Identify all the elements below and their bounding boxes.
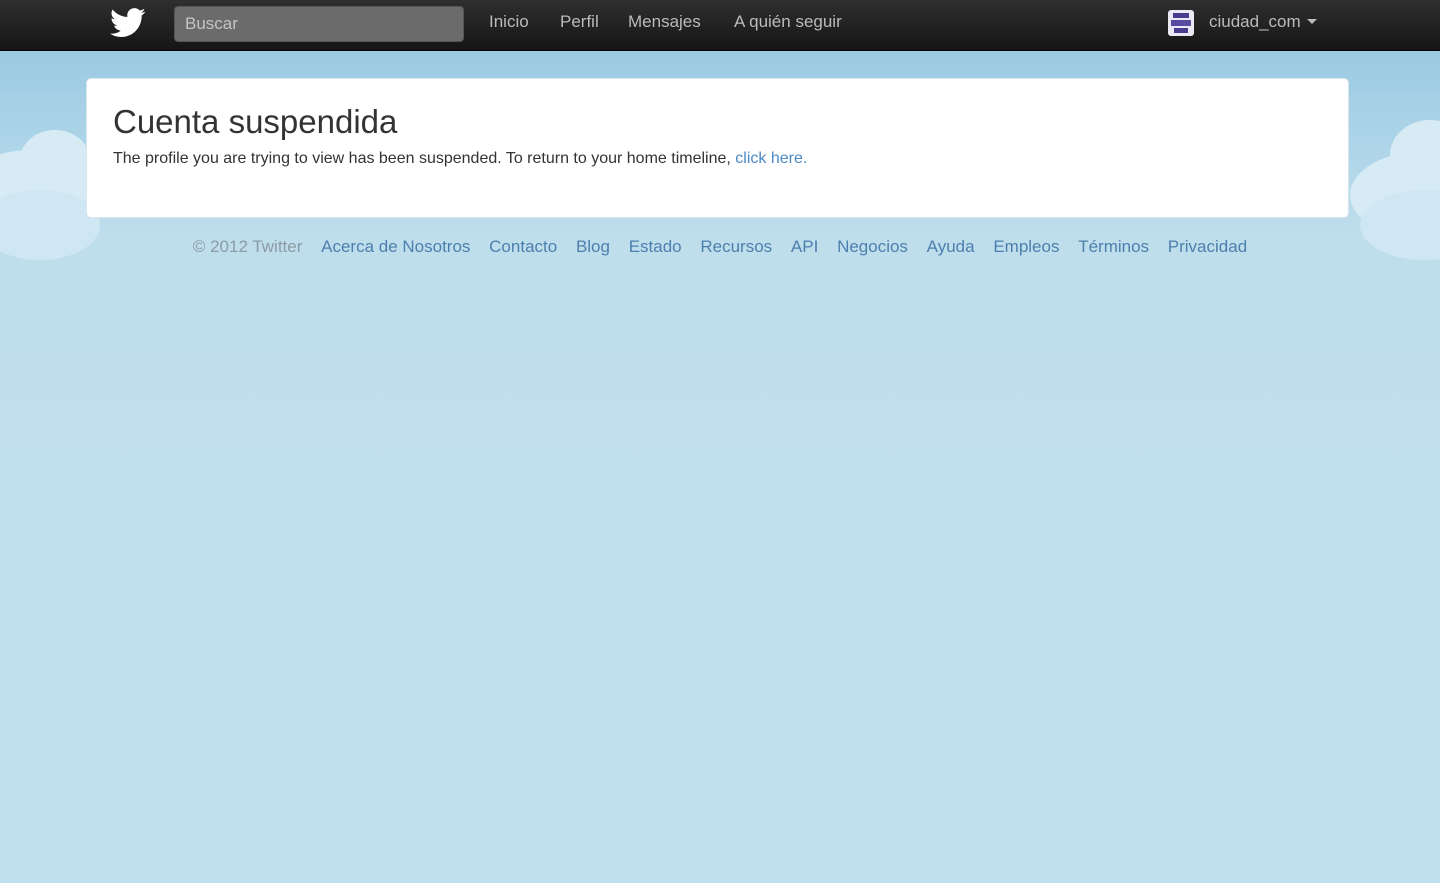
username-label: ciudad_com: [1209, 12, 1301, 31]
twitter-bird-icon[interactable]: [110, 8, 146, 38]
user-avatar[interactable]: [1168, 10, 1194, 36]
footer-link-terms[interactable]: Términos: [1078, 237, 1149, 256]
footer-link-jobs[interactable]: Empleos: [993, 237, 1059, 256]
nav-home[interactable]: Inicio: [489, 12, 529, 32]
footer-link-blog[interactable]: Blog: [576, 237, 610, 256]
footer-link-business[interactable]: Negocios: [837, 237, 908, 256]
suspended-message: The profile you are trying to view has b…: [113, 150, 807, 168]
top-navigation-bar: Inicio Perfil Mensajes A quién seguir ci…: [0, 0, 1440, 51]
footer-link-help[interactable]: Ayuda: [927, 237, 975, 256]
footer-link-privacy[interactable]: Privacidad: [1168, 237, 1247, 256]
footer: © 2012 Twitter Acerca de Nosotros Contac…: [0, 237, 1440, 257]
caret-down-icon: [1306, 19, 1317, 24]
nav-who-to-follow[interactable]: A quién seguir: [734, 12, 842, 32]
footer-link-resources[interactable]: Recursos: [700, 237, 772, 256]
footer-link-status[interactable]: Estado: [629, 237, 682, 256]
footer-link-api[interactable]: API: [791, 237, 818, 256]
footer-link-contact[interactable]: Contacto: [489, 237, 557, 256]
footer-link-about[interactable]: Acerca de Nosotros: [321, 237, 470, 256]
page-title: Cuenta suspendida: [113, 103, 398, 140]
user-menu-dropdown[interactable]: ciudad_com: [1209, 12, 1317, 32]
nav-messages[interactable]: Mensajes: [628, 12, 701, 32]
nav-profile[interactable]: Perfil: [560, 12, 599, 32]
search-input[interactable]: [174, 6, 464, 42]
home-timeline-link[interactable]: click here.: [735, 150, 807, 167]
suspended-message-text: The profile you are trying to view has b…: [113, 150, 731, 167]
copyright-text: © 2012 Twitter: [192, 237, 303, 256]
suspended-notice-card: Cuenta suspendida The profile you are tr…: [86, 78, 1349, 218]
